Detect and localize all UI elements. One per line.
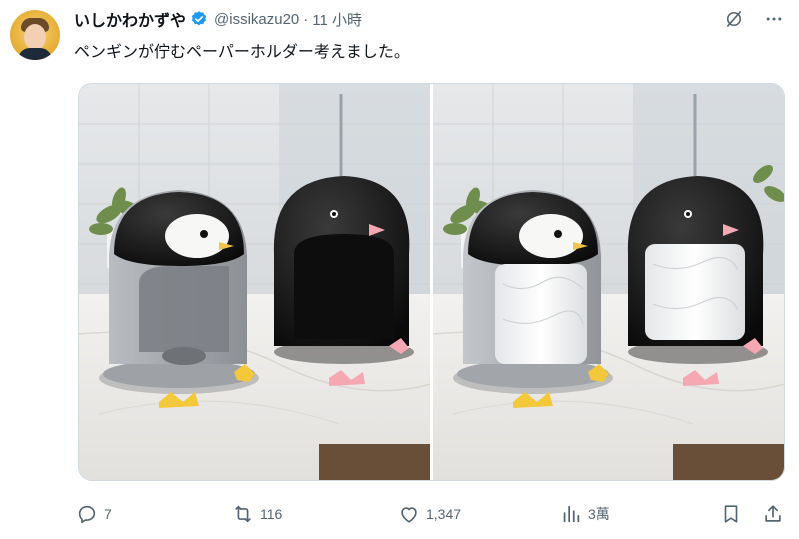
grok-icon[interactable]: [723, 8, 745, 30]
retweet-icon: [232, 503, 254, 525]
tweet-text: ペンギンが佇むペーパーホルダー考えました。: [74, 44, 410, 61]
photo-left[interactable]: [79, 84, 430, 480]
retweet-count: 116: [260, 506, 283, 522]
author-name[interactable]: いしかわかずや: [74, 7, 186, 31]
photo-right[interactable]: [433, 84, 784, 480]
separator-dot: ·: [303, 10, 309, 28]
timestamp[interactable]: 11 小時: [312, 9, 362, 30]
avatar[interactable]: [10, 10, 60, 60]
views-count: 3萬: [588, 506, 610, 522]
reply-button[interactable]: 7: [76, 500, 112, 528]
like-button[interactable]: 1,347: [398, 500, 461, 528]
like-count: 1,347: [426, 506, 462, 522]
views-icon: [560, 503, 582, 525]
heart-icon: [398, 503, 420, 525]
tweet-header: いしかわかずや @issikazu20 · 11 小時: [74, 7, 362, 31]
tweet-top-icons: [723, 8, 785, 30]
share-button[interactable]: [762, 500, 784, 528]
share-icon: [762, 503, 784, 525]
tweet-media: [78, 83, 785, 481]
bookmark-button[interactable]: [720, 500, 742, 528]
bookmark-icon: [720, 503, 742, 525]
author-handle[interactable]: @issikazu20: [214, 11, 299, 28]
action-bar: 7 116 1,347 3萬: [76, 500, 786, 528]
reply-icon: [76, 503, 98, 525]
views-button[interactable]: 3萬: [560, 500, 610, 528]
verified-badge-icon: [190, 10, 208, 28]
retweet-button[interactable]: 116: [232, 500, 282, 528]
more-icon[interactable]: [763, 8, 785, 30]
tweet: いしかわかずや @issikazu20 · 11 小時 ペンギンが佇むペーパーホ: [0, 0, 799, 539]
reply-count: 7: [104, 506, 112, 522]
